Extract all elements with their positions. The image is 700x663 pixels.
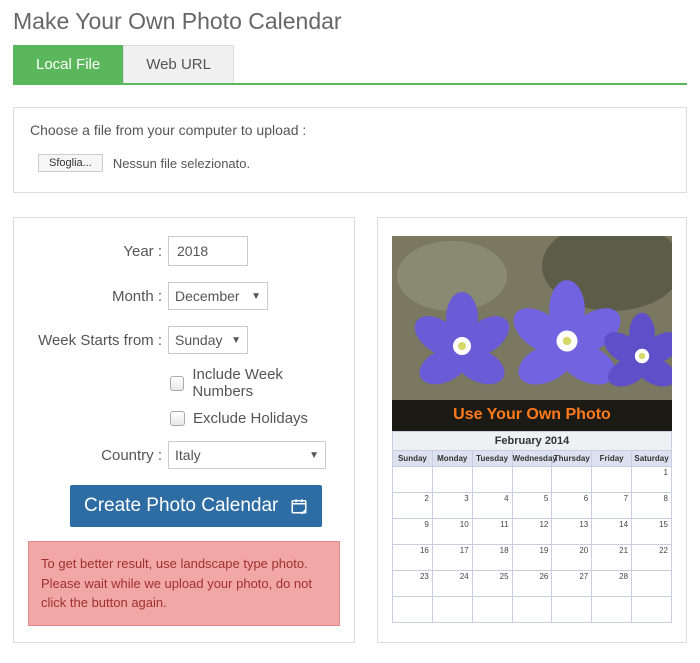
calendar-cell bbox=[512, 467, 552, 493]
calendar-cell bbox=[592, 467, 632, 493]
dow-header: Tuesday bbox=[472, 451, 512, 467]
chevron-down-icon: ▼ bbox=[251, 291, 261, 302]
preview-month-title: February 2014 bbox=[392, 431, 672, 450]
calendar-cell: 13 bbox=[552, 519, 592, 545]
calendar-cell: 4 bbox=[472, 493, 512, 519]
chevron-down-icon: ▼ bbox=[231, 335, 241, 346]
include-week-numbers-checkbox[interactable] bbox=[170, 376, 184, 391]
calendar-cell bbox=[552, 467, 592, 493]
preview-panel: Use Your Own Photo February 2014 SundayM… bbox=[377, 217, 687, 643]
source-tabs: Local File Web URL bbox=[13, 45, 687, 85]
country-select[interactable]: Italy ▼ bbox=[168, 441, 326, 469]
browse-button[interactable]: Sfoglia... bbox=[38, 154, 103, 172]
calendar-cell: 25 bbox=[472, 571, 512, 597]
calendar-cell: 12 bbox=[512, 519, 552, 545]
tab-web-url[interactable]: Web URL bbox=[123, 45, 234, 83]
calendar-cell: 21 bbox=[592, 545, 632, 571]
country-value: Italy bbox=[175, 447, 201, 463]
calendar-cell: 5 bbox=[512, 493, 552, 519]
create-calendar-label: Create Photo Calendar bbox=[84, 495, 278, 517]
month-select[interactable]: December ▼ bbox=[168, 282, 268, 310]
include-week-numbers-label: Include Week Numbers bbox=[192, 366, 340, 400]
country-label: Country : bbox=[28, 447, 168, 464]
calendar-cell: 26 bbox=[512, 571, 552, 597]
week-start-label: Week Starts from : bbox=[28, 332, 168, 349]
calendar-cell bbox=[393, 597, 433, 623]
calendar-cell bbox=[432, 597, 472, 623]
calendar-cell: 1 bbox=[632, 467, 672, 493]
calendar-icon bbox=[290, 497, 308, 515]
month-value: December bbox=[175, 288, 240, 304]
exclude-holidays-checkbox[interactable] bbox=[170, 411, 185, 426]
calendar-cell: 23 bbox=[393, 571, 433, 597]
calendar-cell: 22 bbox=[632, 545, 672, 571]
calendar-cell: 18 bbox=[472, 545, 512, 571]
chevron-down-icon: ▼ bbox=[309, 450, 319, 461]
calendar-cell: 15 bbox=[632, 519, 672, 545]
options-panel: Year : Month : December ▼ Week Starts fr… bbox=[13, 217, 355, 643]
calendar-cell: 11 bbox=[472, 519, 512, 545]
calendar-cell: 2 bbox=[393, 493, 433, 519]
calendar-cell: 28 bbox=[592, 571, 632, 597]
week-start-select[interactable]: Sunday ▼ bbox=[168, 326, 248, 354]
preview-calendar: SundayMondayTuesdayWednesdayThursdayFrid… bbox=[392, 450, 672, 623]
calendar-cell bbox=[472, 597, 512, 623]
calendar-cell: 24 bbox=[432, 571, 472, 597]
year-label: Year : bbox=[28, 243, 168, 260]
week-start-value: Sunday bbox=[175, 332, 222, 348]
calendar-cell bbox=[632, 571, 672, 597]
file-status: Nessun file selezionato. bbox=[113, 156, 250, 171]
calendar-cell: 20 bbox=[552, 545, 592, 571]
calendar-cell: 10 bbox=[432, 519, 472, 545]
create-calendar-button[interactable]: Create Photo Calendar bbox=[70, 485, 322, 527]
calendar-cell: 16 bbox=[393, 545, 433, 571]
upload-panel: Choose a file from your computer to uplo… bbox=[13, 107, 687, 193]
page-title: Make Your Own Photo Calendar bbox=[13, 8, 687, 35]
calendar-cell: 7 bbox=[592, 493, 632, 519]
calendar-cell: 8 bbox=[632, 493, 672, 519]
calendar-cell: 6 bbox=[552, 493, 592, 519]
calendar-cell bbox=[632, 597, 672, 623]
calendar-cell bbox=[552, 597, 592, 623]
exclude-holidays-label: Exclude Holidays bbox=[193, 410, 308, 427]
calendar-cell: 19 bbox=[512, 545, 552, 571]
dow-header: Friday bbox=[592, 451, 632, 467]
calendar-cell bbox=[432, 467, 472, 493]
dow-header: Saturday bbox=[632, 451, 672, 467]
info-alert: To get better result, use landscape type… bbox=[28, 541, 340, 626]
month-label: Month : bbox=[28, 288, 168, 305]
calendar-cell: 27 bbox=[552, 571, 592, 597]
preview-banner: Use Your Own Photo bbox=[392, 400, 672, 431]
year-input[interactable] bbox=[168, 236, 248, 266]
dow-header: Wednesday bbox=[512, 451, 552, 467]
upload-label: Choose a file from your computer to uplo… bbox=[30, 122, 670, 138]
dow-header: Monday bbox=[432, 451, 472, 467]
calendar-cell: 17 bbox=[432, 545, 472, 571]
calendar-cell: 14 bbox=[592, 519, 632, 545]
calendar-cell bbox=[592, 597, 632, 623]
calendar-cell bbox=[512, 597, 552, 623]
dow-header: Thursday bbox=[552, 451, 592, 467]
calendar-cell: 3 bbox=[432, 493, 472, 519]
preview-photo: Use Your Own Photo bbox=[392, 236, 672, 431]
calendar-cell bbox=[393, 467, 433, 493]
dow-header: Sunday bbox=[393, 451, 433, 467]
tab-local-file[interactable]: Local File bbox=[13, 45, 123, 83]
calendar-cell: 9 bbox=[393, 519, 433, 545]
calendar-cell bbox=[472, 467, 512, 493]
